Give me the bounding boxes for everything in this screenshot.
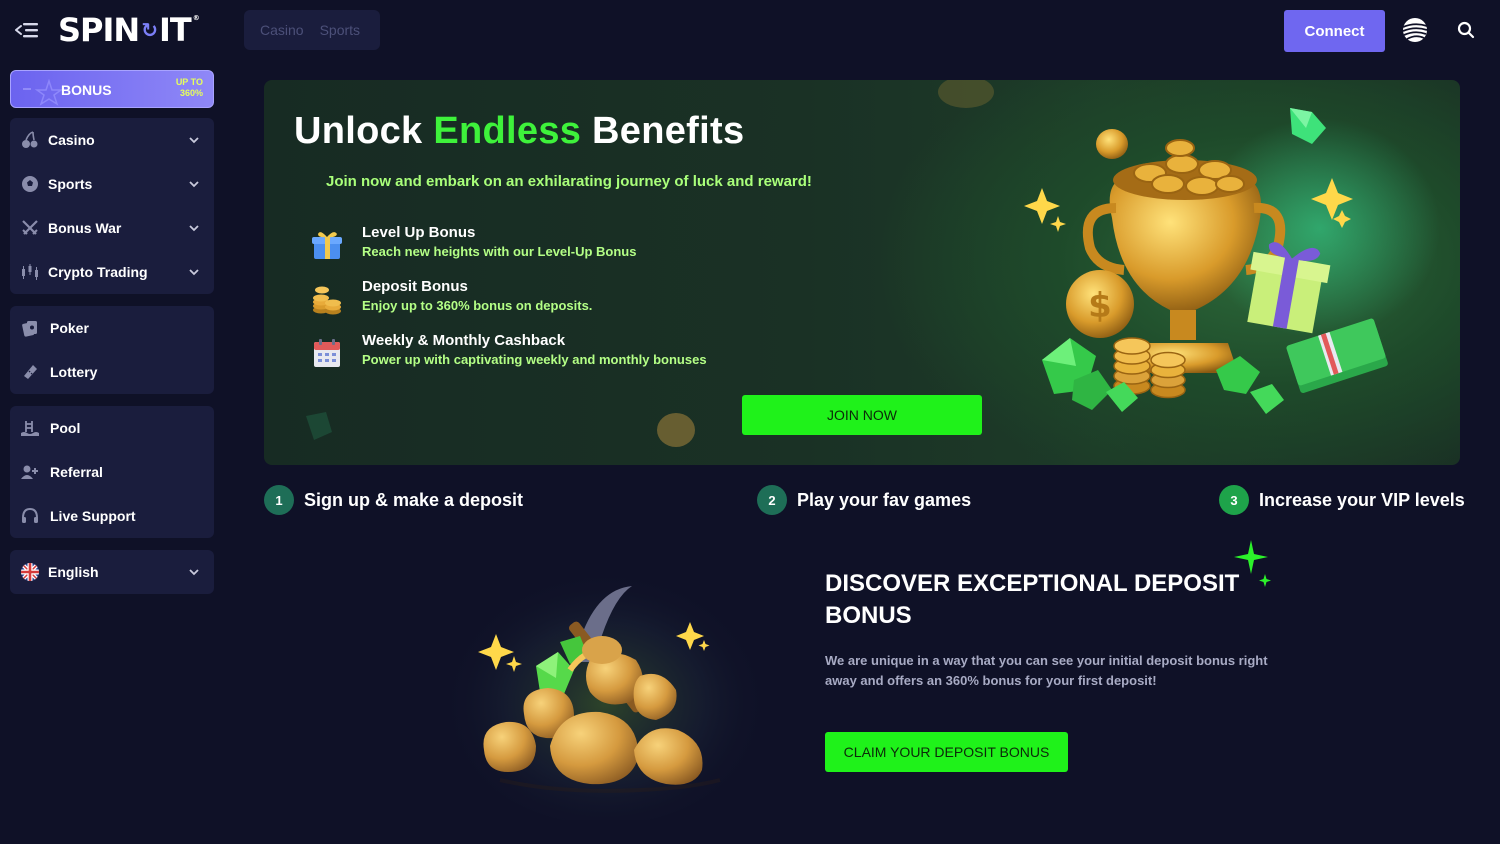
logo-spin-icon: ↻ (141, 18, 158, 42)
logo-registered-mark: ® (192, 14, 200, 22)
add-user-icon (21, 465, 38, 479)
section-switcher: Casino Sports (244, 10, 380, 50)
sidebar-item-bonus-war[interactable]: Bonus War (10, 206, 214, 250)
coin-decoration-icon (938, 80, 994, 108)
sidebar-item-label: Bonus War (48, 220, 122, 236)
spinit-logo[interactable]: SPIN ↻ IT ® (58, 10, 200, 50)
benefit-description: Reach new heights with our Level-Up Bonu… (362, 244, 637, 259)
search-icon[interactable] (1456, 20, 1476, 40)
stars-decoration-icon (23, 78, 63, 106)
step-number-badge: 2 (757, 485, 787, 515)
svg-text:$: $ (1088, 286, 1112, 326)
chevron-down-icon (189, 569, 199, 576)
gem-decoration-icon (306, 412, 332, 440)
chevron-down-icon (189, 225, 199, 232)
bonus-up-to-badge: UP TO 360% (176, 77, 203, 99)
gold-mining-illustration (440, 555, 770, 820)
pool-icon (21, 421, 39, 436)
sidebar-item-label: Lottery (50, 364, 98, 380)
trophy-treasure-illustration: $ (1024, 108, 1440, 414)
claim-deposit-bonus-button[interactable]: CLAIM YOUR DEPOSIT BONUS (825, 732, 1068, 772)
sidebar-item-crypto-trading[interactable]: Crypto Trading (10, 250, 214, 294)
benefit-title: Level Up Bonus (362, 224, 476, 241)
sidebar-item-referral[interactable]: Referral (10, 450, 214, 494)
coin-decoration-icon (657, 413, 695, 447)
crossed-swords-icon (22, 220, 38, 235)
uk-flag-icon (21, 563, 39, 581)
sidebar-item-pool[interactable]: Pool (10, 406, 214, 450)
segment-sports[interactable]: Sports (320, 22, 360, 38)
sidebar-item-label: Pool (50, 420, 81, 436)
benefit-item: Deposit Bonus Enjoy up to 360% bonus on … (310, 278, 770, 322)
language-globe-icon[interactable] (1401, 16, 1429, 44)
step-number-badge: 3 (1219, 485, 1249, 515)
chevron-down-icon (189, 137, 199, 144)
bonus-up-to-text: UP TO (175, 77, 203, 87)
benefit-item: Level Up Bonus Reach new heights with ou… (310, 224, 770, 268)
step-label: Play your fav games (797, 489, 972, 510)
menu-collapse-icon[interactable] (14, 18, 40, 42)
benefit-title: Weekly & Monthly Cashback (362, 332, 566, 349)
language-label: English (48, 564, 99, 580)
chevron-down-icon (189, 181, 199, 188)
sidebar-item-poker[interactable]: Poker (10, 306, 214, 350)
sidebar-group-extra: Poker Lottery (10, 306, 214, 394)
hero-title-highlight: Endless (433, 110, 582, 152)
hero-title: Unlock Endless Benefits (294, 110, 744, 153)
sidebar-item-live-support[interactable]: Live Support (10, 494, 214, 538)
chevron-down-icon (189, 269, 199, 276)
logo-text-it: IT (158, 11, 192, 49)
sparkle-icon (1234, 540, 1271, 587)
poker-cards-icon (22, 321, 37, 337)
join-now-button[interactable]: JOIN NOW (742, 395, 982, 435)
deposit-bonus-title: DISCOVER EXCEPTIONAL DEPOSIT BONUS (825, 570, 1240, 629)
hero-title-part1: Unlock (294, 110, 434, 152)
cherries-icon (22, 131, 38, 148)
benefit-title: Deposit Bonus (362, 278, 468, 295)
language-selector[interactable]: English (10, 550, 214, 594)
connect-button[interactable]: Connect (1284, 10, 1385, 52)
headset-icon (22, 507, 38, 523)
language-dropdown[interactable]: English (10, 550, 214, 594)
sidebar-item-label: Referral (50, 464, 103, 480)
sidebar-item-casino[interactable]: Casino (10, 118, 214, 162)
step-sign-up: 1 Sign up & make a deposit (264, 485, 523, 515)
bonus-percent-text: 360% (179, 88, 203, 98)
bonus-banner-button[interactable]: BONUS UP TO 360% (10, 70, 214, 108)
coin-stack-icon (313, 286, 341, 315)
hero-title-part2: Benefits (581, 110, 745, 152)
step-vip-levels: 3 Increase your VIP levels (1219, 485, 1465, 515)
sidebar-item-label: Casino (48, 132, 95, 148)
hero-subtitle: Join now and embark on an exhilarating j… (326, 173, 812, 190)
benefit-description: Power up with captivating weekly and mon… (362, 352, 707, 367)
sidebar-item-lottery[interactable]: Lottery (10, 350, 214, 394)
sidebar-item-label: Crypto Trading (48, 264, 148, 280)
deposit-bonus-description: We are unique in a way that you can see … (825, 653, 1268, 688)
candlestick-chart-icon (22, 264, 38, 280)
bonus-label: BONUS (61, 82, 112, 98)
gift-box-icon (312, 232, 342, 259)
sidebar-item-label: Poker (50, 320, 89, 336)
soccer-ball-icon (22, 176, 38, 192)
logo-text: SPIN (58, 11, 140, 49)
step-label: Sign up & make a deposit (304, 489, 524, 510)
step-number-badge: 1 (264, 485, 294, 515)
top-header: SPIN ↻ IT ® Casino Sports Connect (0, 0, 1500, 60)
sidebar-group-games: Casino Sports Bonus War Crypto Trading (10, 118, 214, 294)
segment-casino[interactable]: Casino (260, 22, 304, 38)
sidebar-item-label: Live Support (50, 508, 136, 524)
step-label: Increase your VIP levels (1259, 489, 1465, 510)
benefits-hero-banner: Unlock Endless Benefits Join now and emb… (264, 80, 1460, 465)
step-play-games: 2 Play your fav games (757, 485, 971, 515)
benefit-item: Weekly & Monthly Cashback Power up with … (310, 332, 770, 376)
sidebar-item-label: Sports (48, 176, 93, 192)
calendar-icon (314, 339, 340, 367)
ticket-icon (24, 365, 37, 379)
sidebar-item-sports[interactable]: Sports (10, 162, 214, 206)
benefit-description: Enjoy up to 360% bonus on deposits. (362, 298, 593, 313)
sidebar-group-community: Pool Referral Live Support (10, 406, 214, 538)
